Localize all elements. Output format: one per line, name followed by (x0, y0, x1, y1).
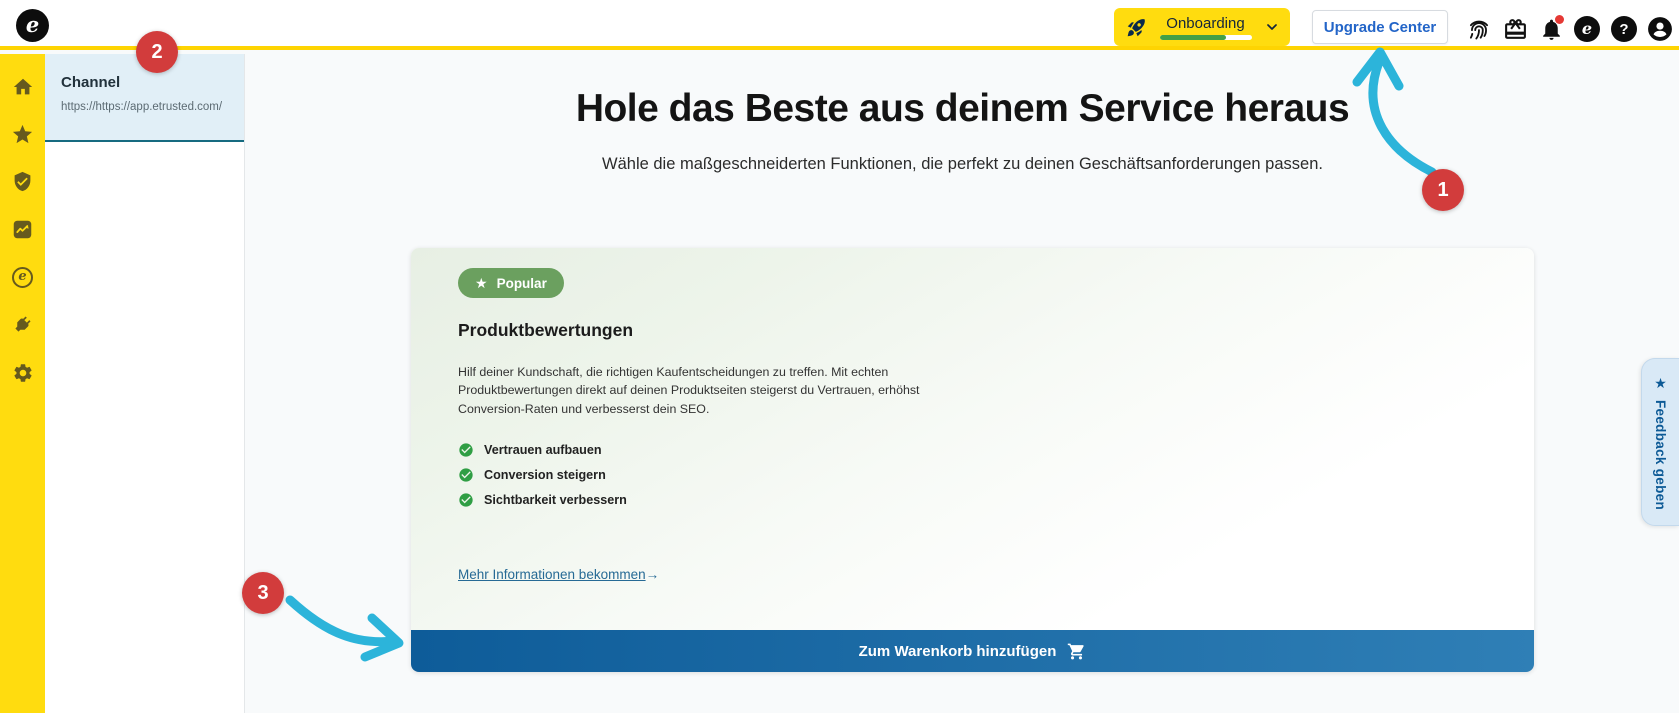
feedback-star-icon: ★ (1654, 375, 1667, 391)
link-arrow-icon: → (645, 567, 660, 582)
page-subtitle: Wähle die maßgeschneiderten Funktionen, … (602, 155, 1323, 173)
benefit-item: Sichtbarkeit verbessern (458, 492, 1534, 508)
etrusted-logo[interactable]: e (16, 9, 49, 42)
chart-icon (13, 220, 32, 239)
home-icon (13, 78, 32, 94)
product-card-title: Produktbewertungen (458, 320, 634, 340)
check-circle-icon (459, 468, 473, 482)
add-to-cart-button[interactable]: Zum Warenkorb hinzufügen (411, 630, 1534, 672)
channel-title: Channel (61, 74, 121, 91)
annotation-step-3: 3 (242, 572, 284, 614)
onboarding-progress-fill (1159, 34, 1226, 40)
sidebar-item-home[interactable] (11, 75, 34, 98)
gift-icon[interactable] (1501, 15, 1529, 43)
feedback-tab[interactable]: ★ Feedback geben (1641, 358, 1679, 526)
badge-star-icon: ★ (475, 275, 488, 291)
e-ring-icon: e (12, 267, 33, 288)
help-icon[interactable]: ? (1610, 15, 1638, 43)
sidebar-item-trust[interactable] (11, 170, 34, 193)
badge-label: Popular (496, 275, 547, 291)
product-card-body: ★ Popular Produktbewertungen Hilf deiner… (411, 248, 1534, 630)
more-info-link[interactable]: Mehr Informationen bekommen→ (458, 567, 659, 582)
plug-icon (15, 316, 31, 332)
channel-panel: Channel https://https://app.etrusted.com… (45, 54, 245, 713)
account-icon[interactable] (1646, 15, 1674, 43)
product-card-produktbewertungen: ★ Popular Produktbewertungen Hilf deiner… (411, 248, 1534, 672)
sidebar-item-integrations[interactable] (11, 313, 34, 336)
feedback-label: Feedback geben (1653, 400, 1668, 510)
check-circle-icon (459, 443, 473, 457)
main-content: Hole das Beste aus deinem Service heraus… (246, 54, 1679, 713)
rocket-icon (1127, 18, 1145, 36)
benefit-item: Vertrauen aufbauen (458, 442, 1534, 458)
sidebar-item-performance[interactable] (11, 218, 34, 241)
channel-url: https://https://app.etrusted.com/ (61, 101, 223, 113)
primary-sidebar: e (0, 54, 45, 713)
annotation-step-2: 2 (136, 31, 178, 73)
gear-icon (13, 363, 32, 382)
chevron-down-icon (1267, 24, 1277, 30)
add-to-cart-label: Zum Warenkorb hinzufügen (858, 642, 1057, 660)
fingerprint-icon[interactable] (1465, 15, 1493, 43)
check-circle-icon (459, 493, 473, 507)
notification-badge-dot (1555, 15, 1564, 24)
popular-badge: ★ Popular (458, 268, 564, 298)
shield-check-icon (14, 171, 31, 192)
cart-icon (1068, 643, 1085, 659)
onboarding-dropdown-button[interactable]: Onboarding (1114, 8, 1290, 46)
sidebar-item-settings[interactable] (11, 361, 34, 384)
page-title: Hole das Beste aus deinem Service heraus (575, 87, 1350, 130)
benefit-list: Vertrauen aufbauen Conversion steigern S… (458, 442, 1534, 508)
sidebar-item-etrusted[interactable]: e (11, 266, 34, 289)
upgrade-center-label: Upgrade Center (1323, 18, 1437, 36)
star-icon (12, 124, 33, 144)
product-card-description: Hilf deiner Kundschaft, die richtigen Ka… (458, 365, 920, 416)
onboarding-progress-track (1159, 34, 1252, 40)
benefit-item: Conversion steigern (458, 467, 1534, 483)
logo-e-glyph: e (25, 12, 40, 37)
top-bar: e Onboarding Upgrade Center e ? (0, 0, 1679, 50)
upgrade-center-button[interactable]: Upgrade Center (1312, 10, 1448, 44)
etrusted-circle-icon[interactable]: e (1573, 15, 1601, 43)
annotation-step-1: 1 (1422, 169, 1464, 211)
notifications-bell-icon[interactable] (1537, 15, 1565, 43)
onboarding-label: Onboarding (1166, 14, 1245, 32)
sidebar-item-reviews[interactable] (11, 123, 34, 146)
